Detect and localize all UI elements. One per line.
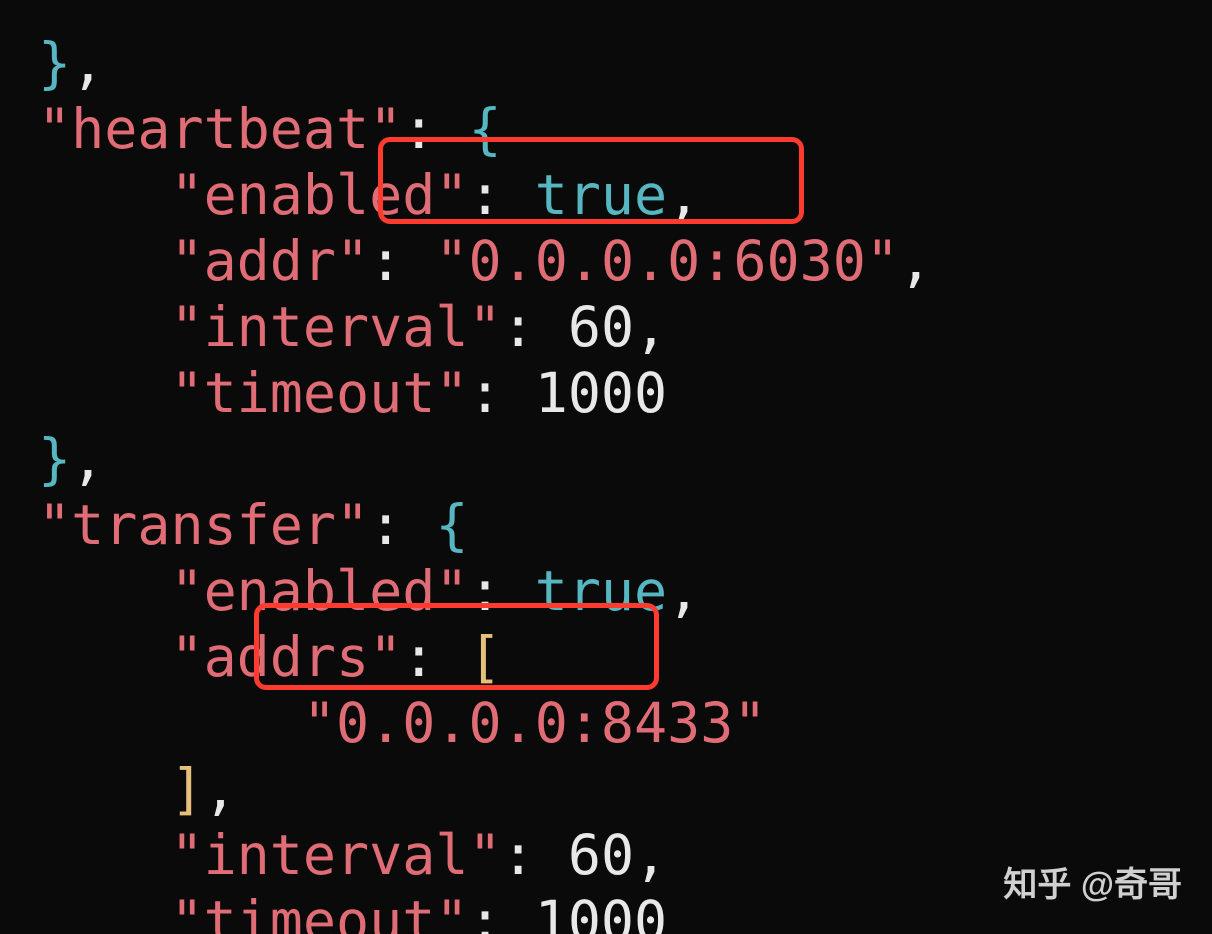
key-timeout: "timeout" bbox=[170, 361, 468, 425]
key-addr: "addr" bbox=[170, 229, 369, 293]
close-bracket: ] bbox=[170, 757, 203, 821]
line-tr-addrs-item: "0.0.0.0:8433" bbox=[38, 691, 767, 755]
code-block: }, "heartbeat": { "enabled": true, "addr… bbox=[38, 0, 932, 934]
line-tr-interval: "interval": 60, bbox=[38, 823, 667, 887]
val-addrs-item: "0.0.0.0:8433" bbox=[303, 691, 767, 755]
line-tr-addrs-open: "addrs": [ bbox=[38, 625, 502, 689]
line-hb-interval: "interval": 60, bbox=[38, 295, 667, 359]
open-brace: { bbox=[468, 97, 501, 161]
val-true: true bbox=[535, 163, 667, 227]
line-hb-enabled: "enabled": true, bbox=[38, 163, 700, 227]
val-addr: "0.0.0.0:6030" bbox=[435, 229, 899, 293]
key-transfer: "transfer" bbox=[38, 493, 369, 557]
val-timeout: 1000 bbox=[535, 361, 667, 425]
line-tr-enabled: "enabled": true, bbox=[38, 559, 700, 623]
close-brace: } bbox=[38, 31, 71, 95]
val-interval: 60 bbox=[568, 823, 634, 887]
line-heartbeat-open: "heartbeat": { bbox=[38, 97, 502, 161]
key-enabled: "enabled" bbox=[170, 163, 468, 227]
key-enabled: "enabled" bbox=[170, 559, 468, 623]
key-addrs: "addrs" bbox=[170, 625, 402, 689]
key-heartbeat: "heartbeat" bbox=[38, 97, 402, 161]
line-hb-timeout: "timeout": 1000 bbox=[38, 361, 667, 425]
val-interval: 60 bbox=[568, 295, 634, 359]
line-hb-addr: "addr": "0.0.0.0:6030", bbox=[38, 229, 932, 293]
key-timeout: "timeout" bbox=[170, 889, 468, 934]
open-bracket: [ bbox=[468, 625, 501, 689]
watermark-text: 知乎 @奇哥 bbox=[1003, 857, 1182, 906]
val-timeout: 1000 bbox=[535, 889, 667, 934]
open-brace: { bbox=[435, 493, 468, 557]
key-interval: "interval" bbox=[170, 295, 501, 359]
line-tr-addrs-close: ], bbox=[38, 757, 237, 821]
close-brace: } bbox=[38, 427, 71, 491]
val-true: true bbox=[535, 559, 667, 623]
line-heartbeat-close: }, bbox=[38, 427, 104, 491]
key-interval: "interval" bbox=[170, 823, 501, 887]
line-transfer-open: "transfer": { bbox=[38, 493, 469, 557]
line-tr-timeout: "timeout": 1000 bbox=[38, 889, 667, 934]
line-prev-close: }, bbox=[38, 31, 104, 95]
